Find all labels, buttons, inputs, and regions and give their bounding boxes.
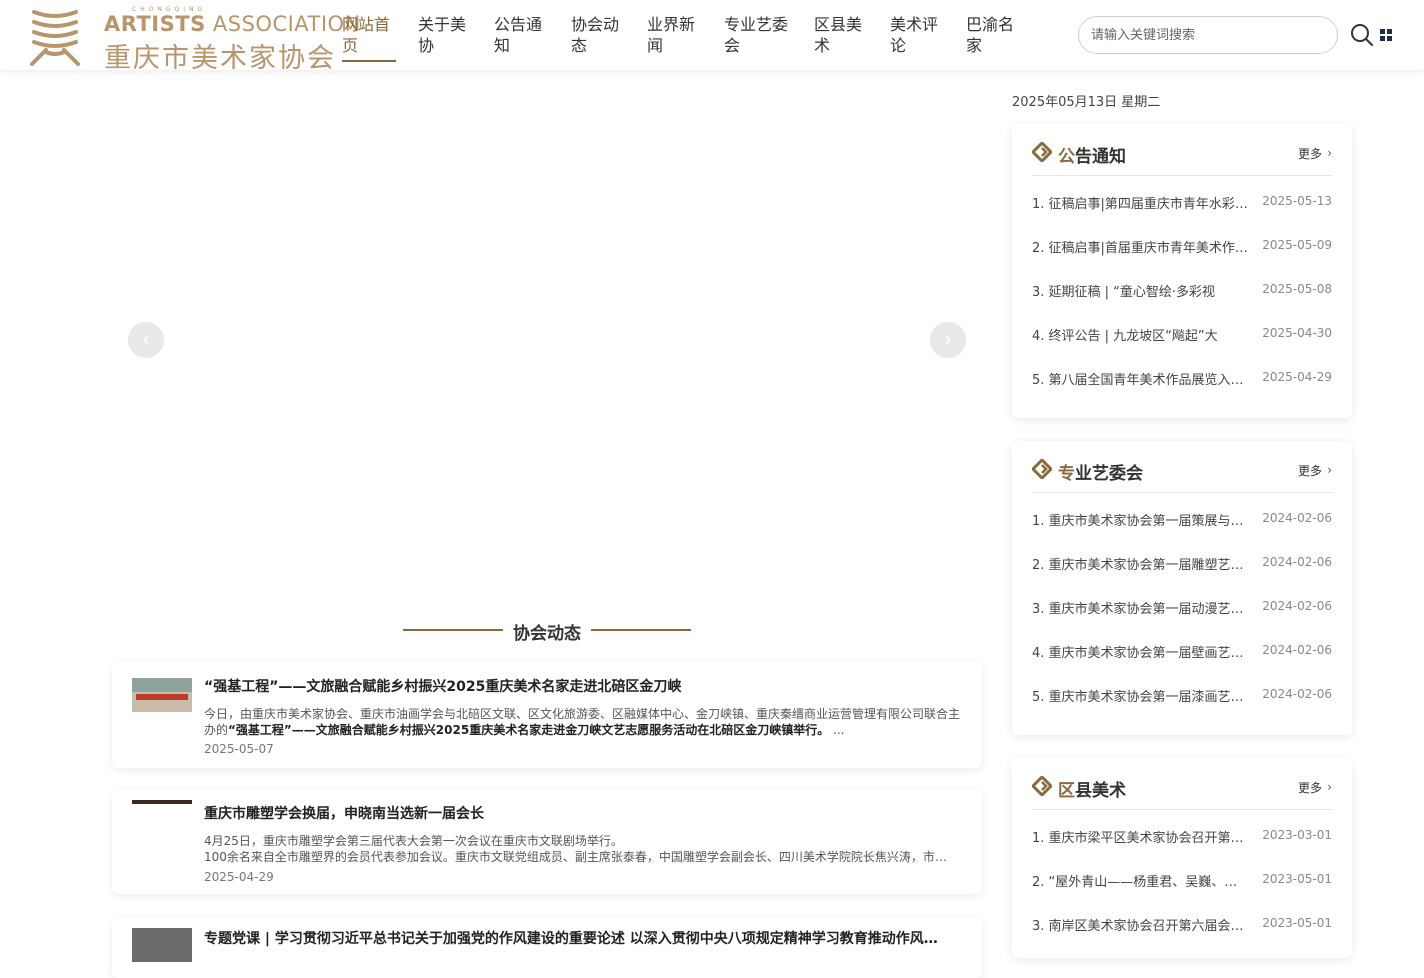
news-card[interactable]: 重庆市雕塑学会换届，申晓南当选新一届会长 4月25日，重庆市雕塑学会第三届代表大… [112,790,982,894]
nav-item-notices[interactable]: 公告通知 [494,14,550,56]
more-link[interactable]: 更多 [1298,145,1322,162]
logo-mark-icon [30,10,80,66]
search-icon[interactable] [1350,23,1374,47]
carousel-next-button[interactable]: › [930,322,966,358]
list-item[interactable]: 2. 征稿启事|首届重庆市青年美术作品展 2025-05-09 [1032,237,1332,257]
site-header: CHONGQING ARTISTS ASSOCIATION 重庆市美术家协会 网… [0,0,1424,74]
list-item[interactable]: 1. 征稿启事|第四届重庆市青年水彩画作品展2025-05-13 [1032,193,1332,213]
committees-panel: 专业艺委会 更多 › 1. 重庆市美术家协会第一届策展与公共艺术委员会2024-… [1012,441,1352,735]
more-link[interactable]: 更多 [1298,462,1322,479]
list-item[interactable]: 3. 重庆市美术家协会第一届动漫艺术委员会2024-02-06 [1032,598,1332,618]
list-item[interactable]: 5. 重庆市美术家协会第一届漆画艺术委员会2024-02-06 [1032,686,1332,706]
list-item[interactable]: 5. 第八届全国青年美术作品展览入选名单 2025-04-29 [1032,369,1332,389]
diamond-logo-icon [1032,459,1052,479]
news-summary-line: 100余名来自全市雕塑界的会员代表参加会议。重庆市文联党组成员、副主席张泰春，中… [204,850,956,864]
dynamics-section-title: 协会动态 [403,618,691,644]
list-item[interactable]: 4. 重庆市美术家协会第一届壁画艺术委员会2024-02-06 [1032,642,1332,662]
current-date: 2025年05月13日 星期二 [1012,95,1161,110]
logo-chinese-name: 重庆市美术家协会 [104,43,336,74]
nav-item-district-art[interactable]: 区县美术 [814,14,870,56]
news-thumbnail [132,678,192,712]
panel-title: 专业艺委会 [1058,464,1143,484]
news-title[interactable]: 专题党课 | 学习贯彻习近平总书记关于加强党的作风建设的重要论述 以深入贯彻中央… [204,928,944,948]
chevron-right-icon[interactable]: › [1327,463,1332,477]
district-art-panel: 区县美术 更多 › 1. 重庆市梁平区美术家协会召开第五次会员代表大会2023-… [1012,758,1352,958]
list-item[interactable]: 3. 南岸区美术家协会召开第六届会员代表大会2023-05-01 [1032,915,1332,935]
list-item[interactable]: 1. 重庆市美术家协会第一届策展与公共艺术委员会2024-02-06 [1032,510,1332,530]
notices-panel: 公告通知 更多 › 1. 征稿启事|第四届重庆市青年水彩画作品展2025-05-… [1012,124,1352,418]
nav-item-industry-news[interactable]: 业界新闻 [647,14,703,56]
news-title[interactable]: 重庆市雕塑学会换届，申晓南当选新一届会长 [204,803,484,823]
nav-item-about[interactable]: 关于美协 [418,14,474,56]
list-item[interactable]: 2. 重庆市美术家协会第一届雕塑艺术委员会2024-02-06 [1032,554,1332,574]
banner-carousel: ‹ › [112,90,982,590]
logo-english-name: ARTISTS ASSOCIATION [104,12,361,36]
list-item[interactable]: 4. 终评公告 | 九龙坡区“飚起”大 2025-04-30 [1032,325,1332,345]
list-item[interactable]: 3. 延期征稿 | “童心智绘·多彩视 2025-05-08 [1032,281,1332,301]
chevron-right-icon[interactable]: › [1327,146,1332,160]
dynamics-heading: 协会动态 [513,624,581,644]
nav-item-home[interactable]: 网站首页 [342,14,396,62]
news-summary: 今日，由重庆市美术家协会、重庆市油画学会与北碚区文联、区文化旅游委、区融媒体中心… [204,707,961,737]
news-card[interactable]: 专题党课 | 学习贯彻习近平总书记关于加强党的作风建设的重要论述 以深入贯彻中央… [112,918,982,978]
panel-header: 区县美术 更多 › [1032,776,1332,810]
panel-header: 公告通知 更多 › [1032,142,1332,176]
grid-menu-icon[interactable] [1380,29,1392,41]
carousel-prev-button[interactable]: ‹ [128,322,164,358]
more-link[interactable]: 更多 [1298,779,1322,796]
panel-title: 公告通知 [1058,147,1126,167]
nav-item-dynamics[interactable]: 协会动态 [571,14,627,56]
news-title[interactable]: “强基工程”——文旅融合赋能乡村振兴2025重庆美术名家走进北碚区金刀峡 [204,676,681,696]
panel-title: 区县美术 [1058,781,1126,801]
news-summary-line: 4月25日，重庆市雕塑学会第三届代表大会第一次会议在重庆市文联剧场举行。 [204,834,623,848]
diamond-logo-icon [1032,776,1052,796]
news-date: 2025-04-29 [204,870,274,884]
list-item[interactable]: 1. 重庆市梁平区美术家协会召开第五次会员代表大会2023-03-01 [1032,827,1332,847]
news-thumbnail [132,800,192,804]
nav-item-famous-artists[interactable]: 巴渝名家 [966,14,1022,56]
news-date: 2025-05-07 [204,742,274,756]
diamond-logo-icon [1032,142,1052,162]
chevron-right-icon[interactable]: › [1327,780,1332,794]
nav-item-art-review[interactable]: 美术评论 [890,14,946,56]
news-thumbnail [132,928,192,962]
title-divider-right [591,629,691,631]
news-card[interactable]: “强基工程”——文旅融合赋能乡村振兴2025重庆美术名家走进北碚区金刀峡 今日，… [112,662,982,768]
search-input[interactable] [1078,16,1338,54]
panel-header: 专业艺委会 更多 › [1032,459,1332,493]
list-item[interactable]: 2. “屋外青山——杨重君、吴巍、毛冰作品展”2023-05-01 [1032,871,1332,891]
site-logo[interactable]: CHONGQING ARTISTS ASSOCIATION 重庆市美术家协会 [28,4,360,74]
nav-item-committees[interactable]: 专业艺委会 [724,14,796,56]
